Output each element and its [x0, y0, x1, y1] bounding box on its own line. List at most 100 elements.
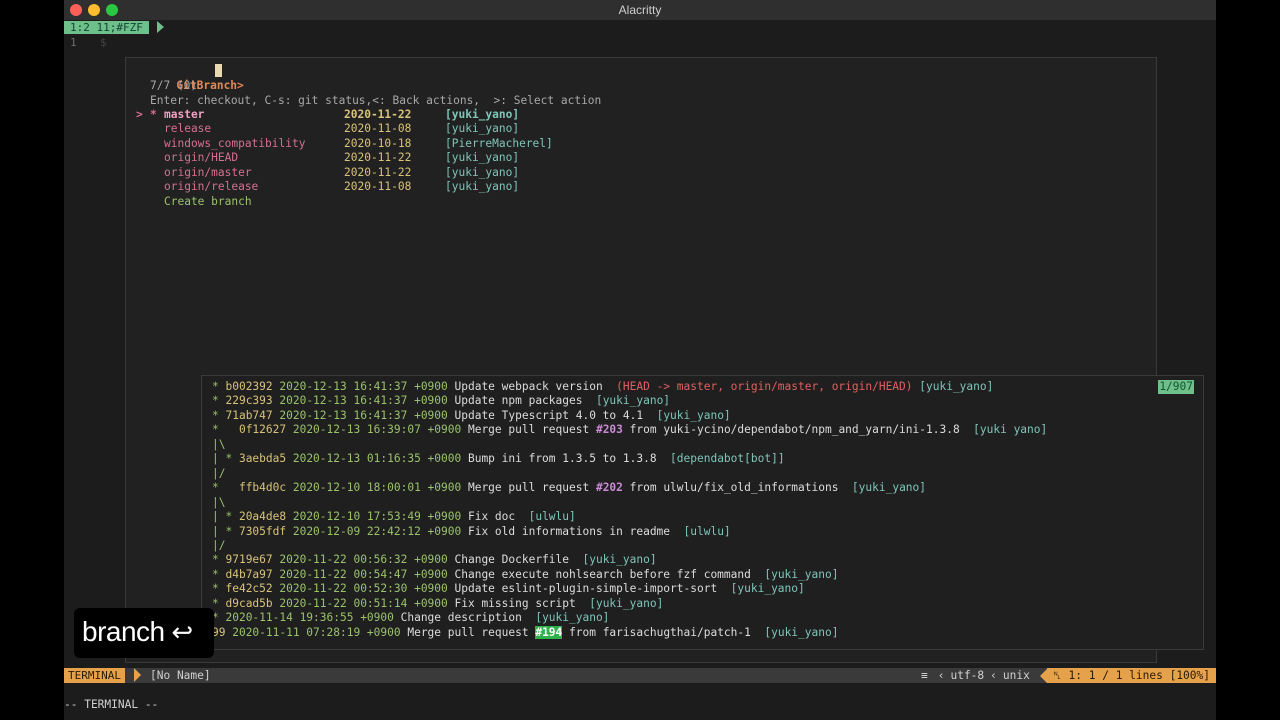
- commit-message: Update eslint-plugin-simple-import-sort: [454, 582, 731, 596]
- log-line: * 2020-11-14 19:36:55 +0900 Change descr…: [212, 611, 609, 625]
- branch-row[interactable]: origin/release 2020-11-08 [yuki_yano]: [136, 180, 736, 194]
- overlay-label: branch ↩: [82, 616, 193, 648]
- branch-row[interactable]: windows_compatibility 2020-10-18 [PierreMa…: [136, 137, 736, 151]
- commit-message: Change Dockerfile: [454, 553, 583, 567]
- commit-date: 2020-12-10 17:53:49 +0900: [292, 510, 468, 524]
- commit-hash: 99: [212, 625, 233, 639]
- log-line: |/: [212, 467, 225, 481]
- statusline: TERMINAL [No Name] ≡ ‹ utf-8 ‹ unix ␤ 1:…: [64, 668, 1216, 683]
- branch-author: [yuki_yano]: [445, 122, 520, 136]
- status-right: ≡ ‹ utf-8 ‹ unix ␤ 1: 1 / 1 lines [100%]: [921, 668, 1216, 683]
- log-line: * b002392 2020-12-13 16:41:37 +0900 Upda…: [212, 380, 993, 394]
- cursor-position: ␤ 1: 1 / 1 lines [100%]: [1046, 668, 1216, 683]
- selected-marker: *: [150, 108, 157, 121]
- branch-date: 2020-11-22: [344, 151, 412, 165]
- fzf-prompt-line[interactable]: GitBranch>: [136, 65, 243, 92]
- position-text: 1: 1 / 1 lines [100%]: [1068, 669, 1210, 682]
- branch-date: 2020-10-18: [344, 136, 412, 150]
- commit-author: [yuki_yano]: [851, 481, 927, 495]
- commit-message: Update webpack version: [454, 380, 617, 393]
- commit-message: from farisachugthai/patch-1: [562, 625, 765, 639]
- commit-hash: d9cad5b: [225, 596, 280, 610]
- chevron-left-icon: ‹: [937, 669, 945, 682]
- overlay-text: branch: [82, 616, 165, 647]
- pr-number: #202: [595, 481, 623, 495]
- commit-author: [yuki_yano]: [730, 582, 805, 596]
- file-format: unix: [1002, 669, 1030, 682]
- graph: *: [212, 481, 239, 495]
- branch-date: 2020-11-08: [344, 180, 412, 193]
- branch-date: 2020-11-22: [344, 108, 412, 121]
- branch-name: origin/master: [164, 165, 252, 179]
- pr-number: #203: [595, 423, 623, 437]
- branch-name: origin/HEAD: [164, 151, 239, 165]
- graph: | *: [212, 452, 239, 466]
- graph: *: [212, 611, 226, 625]
- commit-author: [yuki_yano]: [582, 553, 657, 567]
- log-line: * 9719e67 2020-11-22 00:56:32 +0900 Chan…: [212, 553, 657, 567]
- commit-date: 2020-12-09 22:42:12 +0900: [292, 524, 468, 538]
- commit-author: [yuki_yano]: [589, 596, 664, 610]
- commit-hash: ffb4d0c: [238, 481, 293, 495]
- commit-hash: 229c393: [225, 394, 280, 408]
- log-line: |\: [212, 496, 225, 510]
- line-number: 1: [70, 36, 77, 49]
- graph: *: [212, 582, 226, 596]
- log-line: * d4b7a97 2020-11-22 00:54:47 +0900 Chan…: [212, 568, 838, 582]
- commit-hash: d4b7a97: [225, 567, 280, 581]
- graph: *: [212, 423, 239, 437]
- commit-date: 2020-12-13 01:16:35 +0000: [292, 452, 468, 466]
- commit-message: from ulwlu/fix_old_informations: [622, 481, 852, 495]
- commit-hash: 3aebda5: [238, 452, 293, 466]
- branch-row[interactable]: origin/HEAD 2020-11-22 [yuki_yano]: [136, 151, 736, 165]
- graph: | *: [212, 510, 239, 524]
- log-line: |\: [212, 438, 225, 452]
- commit-message: Fix old informations in readme: [467, 524, 684, 538]
- shell-prompt: $: [100, 36, 107, 49]
- commit-date: 2020-11-22 00:51:14 +0900: [279, 596, 455, 610]
- mode-indicator: TERMINAL: [64, 668, 125, 683]
- encoding: utf-8: [950, 669, 985, 682]
- commit-author: [yuki_yano]: [535, 611, 610, 625]
- log-line: |/: [212, 539, 225, 553]
- tabline: 1:2 11;#FZF: [64, 20, 1216, 34]
- log-line: * 229c393 2020-12-13 16:41:37 +0900 Upda…: [212, 394, 670, 408]
- branch-row[interactable]: origin/master 2020-11-22 [yuki_yano]: [136, 166, 736, 180]
- commit-message: from yuki-ycino/dependabot/npm_and_yarn/…: [622, 423, 974, 437]
- commit-hash: b002392: [225, 380, 280, 393]
- graph: |\: [212, 437, 226, 451]
- graph: *: [212, 394, 226, 408]
- create-branch-item[interactable]: Create branch: [164, 195, 252, 209]
- commit-date: 2020-11-14 19:36:55 +0900: [225, 611, 401, 625]
- commit-date: 2020-12-13 16:39:07 +0900: [292, 423, 468, 437]
- commit-author: [yuki_yano]: [656, 408, 731, 422]
- graph: *: [212, 408, 226, 422]
- key-overlay: branch ↩: [74, 608, 214, 658]
- line-icon: ␤: [1052, 669, 1069, 682]
- fzf-help: Enter: checkout, C-s: git status,<: Back…: [150, 94, 602, 107]
- git-log-preview[interactable]: 1/907 * b002392 2020-12-13 16:41:37 +090…: [201, 375, 1204, 650]
- branch-row[interactable]: > * master 2020-11-22 [yuki_yano]: [136, 108, 736, 122]
- commit-message: Update npm packages: [454, 394, 596, 408]
- commit-author: [yuki_yano]: [595, 394, 671, 408]
- filename: [No Name]: [150, 669, 211, 682]
- preview-counter: 1/907: [1158, 380, 1194, 394]
- commit-hash: 20a4de8: [238, 510, 293, 524]
- commit-author: [dependabot[bot]]: [670, 452, 785, 466]
- graph: *: [212, 596, 226, 610]
- tab-active[interactable]: 1:2 11;#FZF: [64, 21, 149, 34]
- branch-name: release: [164, 122, 212, 136]
- branch-name: windows_compatibility: [164, 136, 306, 150]
- commit-author: [ulwlu]: [528, 510, 576, 524]
- log-line: | * 20a4de8 2020-12-10 17:53:49 +0900 Fi…: [212, 510, 576, 524]
- graph: | *: [212, 524, 239, 538]
- tab-separator-icon: [157, 21, 164, 33]
- branch-author: [yuki_yano]: [445, 165, 520, 179]
- branch-row[interactable]: release 2020-11-08 [yuki_yano]: [136, 122, 736, 136]
- log-line: * 0f12627 2020-12-13 16:39:07 +0900 Merg…: [212, 423, 1047, 437]
- graph: |\: [212, 495, 226, 509]
- branch-date: 2020-11-08: [344, 122, 412, 136]
- branch-date: 2020-11-22: [344, 165, 412, 179]
- log-line: * fe42c52 2020-11-22 00:52:30 +0900 Upda…: [212, 582, 805, 596]
- mode-separator-icon: [134, 668, 141, 682]
